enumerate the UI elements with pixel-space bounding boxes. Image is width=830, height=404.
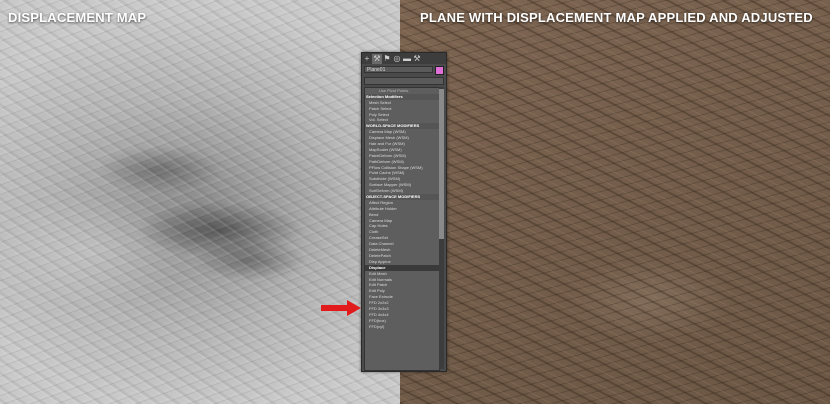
red-arrow-icon [321,300,361,316]
modifier-list-scrollbar[interactable] [439,87,444,369]
scrollbar-thumb[interactable] [439,89,444,239]
modifier-list-dropdown[interactable] [364,77,444,85]
modifier-list[interactable]: Use Pivot Points Selection Modifiers Mesh … [364,87,440,371]
modifier-list-item[interactable]: FFD(cyl) [365,324,439,330]
object-color-swatch[interactable] [435,66,444,75]
create-icon[interactable]: + [362,54,372,64]
command-panel: + ⚒ ⚑ ◎ ▬ ⚒ Plane01 Use Pivot Points Sele… [361,52,447,372]
displacement-map-image [0,0,400,404]
displacement-relief-texture [0,0,400,404]
utilities-icon[interactable]: ⚒ [412,54,422,64]
caption-displacement-map: DISPLACEMENT MAP [8,10,147,25]
hierarchy-icon[interactable]: ⚑ [382,54,392,64]
motion-icon[interactable]: ◎ [392,54,402,64]
display-icon[interactable]: ▬ [402,54,412,64]
caption-plane-applied: PLANE WITH DISPLACEMENT MAP APPLIED AND … [420,10,813,25]
object-name-row: Plane01 [364,66,444,75]
displaced-plane-image [400,0,830,404]
object-name-field[interactable]: Plane01 [364,66,434,73]
command-panel-toolbar: + ⚒ ⚑ ◎ ▬ ⚒ [362,53,446,64]
displaced-plane-texture [400,0,830,404]
modify-icon[interactable]: ⚒ [372,53,382,64]
